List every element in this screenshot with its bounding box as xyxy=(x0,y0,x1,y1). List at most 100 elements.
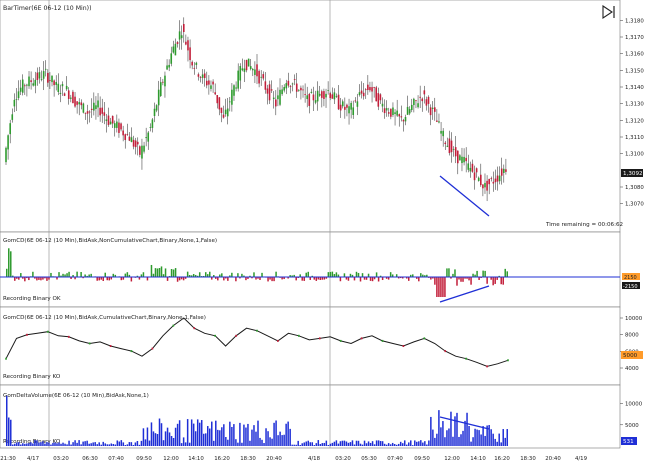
volume-bar xyxy=(440,427,442,446)
volume-bar xyxy=(10,419,12,446)
volume-bar xyxy=(359,443,362,446)
time-axis-label: 18:30 xyxy=(520,456,536,462)
volume-bar xyxy=(130,442,133,446)
volume-bar xyxy=(428,440,430,446)
volume-bar xyxy=(379,441,382,446)
volume-bar xyxy=(387,443,390,446)
volume-bar xyxy=(403,440,406,446)
candle-body xyxy=(159,82,162,97)
candle-body xyxy=(19,87,22,92)
volume-bar xyxy=(363,440,366,446)
volume-bar xyxy=(263,443,265,446)
candle-body xyxy=(67,90,70,99)
volume-bar xyxy=(100,444,102,446)
noncum-bar-positive xyxy=(327,272,330,277)
candle-body xyxy=(480,174,482,186)
candle-body xyxy=(484,182,486,188)
volume-bar xyxy=(281,435,283,446)
noncum-bar-negative xyxy=(500,277,502,285)
candle-body xyxy=(410,104,413,110)
candle-body xyxy=(440,130,442,134)
noncum-bar-negative xyxy=(486,277,488,284)
candle-body xyxy=(199,77,202,78)
cum-point xyxy=(423,337,426,340)
volume-bar xyxy=(184,442,187,446)
volume-bar xyxy=(494,438,496,446)
candle-body xyxy=(364,89,367,91)
candle-body xyxy=(206,80,208,86)
candle-body xyxy=(65,85,68,90)
candle-body xyxy=(367,84,369,90)
candle-body xyxy=(229,101,231,103)
candle-body xyxy=(21,79,24,93)
candle-body xyxy=(308,93,311,106)
candle-body xyxy=(314,100,317,103)
volume-bar xyxy=(381,441,384,446)
volume-bar xyxy=(146,427,149,446)
volume-bar xyxy=(6,395,8,446)
noncum-bar-positive xyxy=(104,272,106,277)
candle-body xyxy=(482,184,484,189)
candle-body xyxy=(291,83,294,85)
volume-bar xyxy=(128,442,131,446)
volume-bar xyxy=(456,412,458,446)
candle-body xyxy=(433,107,436,112)
volume-bar xyxy=(506,429,508,446)
volume-bar xyxy=(271,438,273,446)
candle-body xyxy=(452,149,455,150)
noncum-top-label: 2150 xyxy=(622,273,640,281)
volume-bar xyxy=(44,443,46,446)
cum-axis-tick-label: 4000 xyxy=(625,366,639,372)
candle-body xyxy=(70,97,72,99)
time-axis-label: 03:20 xyxy=(335,456,351,462)
candle-body xyxy=(164,75,166,87)
time-axis-label: 12:00 xyxy=(444,456,460,462)
candle-body xyxy=(471,163,474,172)
candle-body xyxy=(442,130,444,137)
time-axis-label: 03:20 xyxy=(53,456,69,462)
volume-bar xyxy=(343,440,346,446)
volume-bar xyxy=(267,431,269,446)
volume-bar xyxy=(436,433,438,446)
candle-body xyxy=(473,172,476,181)
time-axis-label: 16:20 xyxy=(494,456,510,462)
candle-body xyxy=(369,87,371,91)
volume-bar xyxy=(217,429,219,446)
candle-body xyxy=(195,62,198,65)
volume-last-text: 531 xyxy=(623,439,634,445)
candle-body xyxy=(172,46,175,53)
volume-bar xyxy=(176,423,179,446)
candle-body xyxy=(337,94,340,110)
candle-body xyxy=(277,95,279,100)
volume-bar xyxy=(70,444,72,446)
candle-body xyxy=(454,147,457,157)
volume-bar xyxy=(474,428,476,446)
noncum-bar-negative xyxy=(217,277,219,281)
volume-bar xyxy=(120,440,123,446)
volume-bar xyxy=(8,417,10,446)
volume-bar xyxy=(229,421,231,446)
candle-body xyxy=(95,105,97,110)
volume-bar xyxy=(219,430,221,446)
volume-bar xyxy=(297,440,299,446)
volume-bar xyxy=(289,428,291,446)
candle-body xyxy=(214,92,216,95)
volume-bar xyxy=(303,442,305,446)
noncum-bar-positive xyxy=(20,273,22,277)
candle-body xyxy=(283,86,285,91)
volume-bar xyxy=(225,437,227,446)
candle-body xyxy=(503,168,505,173)
candle-body xyxy=(385,108,388,111)
noncum-bar-positive xyxy=(150,264,153,277)
candle-body xyxy=(327,90,329,91)
noncum-bar-negative xyxy=(442,277,444,297)
candle-body xyxy=(377,93,380,107)
candle-body xyxy=(379,94,382,101)
candle-body xyxy=(99,107,101,116)
cum-point xyxy=(277,339,279,342)
volume-bar xyxy=(442,421,444,446)
price-axis-tick-label: 1,3160 xyxy=(625,52,644,58)
candle-body xyxy=(231,89,233,105)
candle-body xyxy=(300,87,302,91)
candle-body xyxy=(15,98,18,100)
